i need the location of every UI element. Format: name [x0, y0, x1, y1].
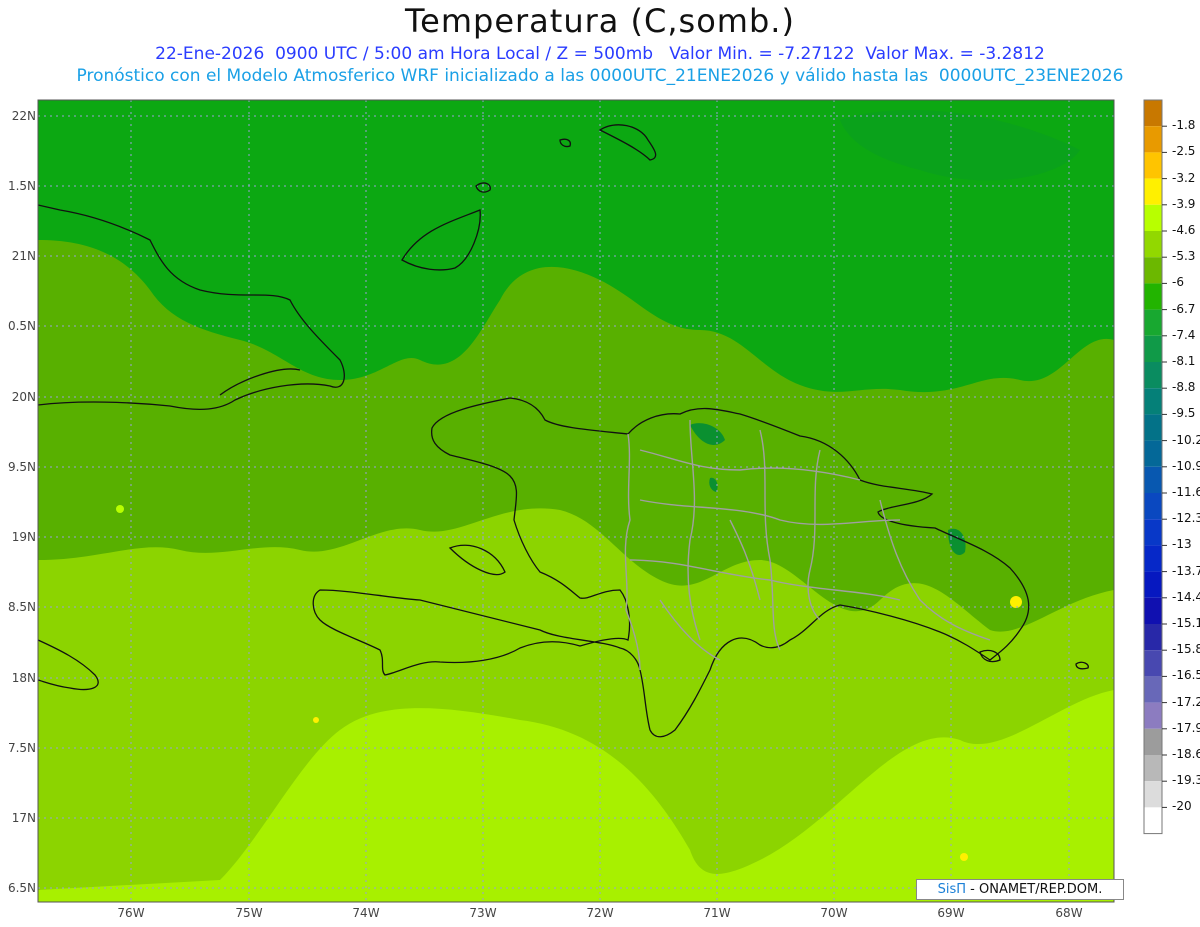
colorbar-label: -13.7: [1172, 563, 1200, 578]
colorbar-label: -5.3: [1172, 249, 1196, 264]
colorbar-label: -6.7: [1172, 301, 1196, 316]
colorbar-swatch: [1144, 781, 1162, 808]
lat-label-21n: 21N: [11, 249, 36, 263]
colorbar-swatch: [1144, 335, 1162, 362]
colorbar-swatch: [1144, 440, 1162, 467]
colorbar-swatch: [1144, 702, 1162, 729]
colorbar-swatch: [1144, 257, 1162, 284]
lon-label-70w: 70W: [820, 906, 848, 920]
lon-label-69w: 69W: [937, 906, 965, 920]
lon-label-68w: 68W: [1055, 906, 1083, 920]
lon-label-73w: 73W: [469, 906, 497, 920]
colorbar-swatch: [1144, 178, 1162, 205]
colorbar-label: -13: [1172, 537, 1192, 552]
lon-label-71w: 71W: [703, 906, 731, 920]
colorbar-label: -14.4: [1172, 589, 1200, 604]
colorbar-swatch: [1144, 571, 1162, 598]
colorbar-label: -20: [1172, 799, 1192, 814]
colorbar-label: -19.3: [1172, 773, 1200, 788]
colorbar-swatch: [1144, 676, 1162, 703]
credit-text: - ONAMET/REP.DOM.: [966, 882, 1103, 897]
colorbar-label: -10.2: [1172, 432, 1200, 447]
lat-label-18-5n: 8.5N: [7, 600, 36, 614]
colorbar-label: -6: [1172, 275, 1184, 290]
lat-label-19-5n: 9.5N: [7, 460, 36, 474]
colorbar-label: -17.9: [1172, 720, 1200, 735]
lat-label-17n: 17N: [11, 811, 36, 825]
lat-label-20-5n: 0.5N: [7, 319, 36, 333]
colorbar-label: -3.9: [1172, 196, 1196, 211]
lon-label-72w: 72W: [586, 906, 614, 920]
colorbar-swatch: [1144, 152, 1162, 179]
colorbar-swatch: [1144, 466, 1162, 493]
colorbar-swatch: [1144, 624, 1162, 651]
colorbar-swatch: [1144, 650, 1162, 677]
colorbar-swatch: [1144, 388, 1162, 415]
lat-label-19n: 19N: [11, 530, 36, 544]
colorbar-swatch: [1144, 100, 1162, 127]
colorbar-swatch: [1144, 414, 1162, 441]
colorbar-label: -18.6: [1172, 747, 1200, 761]
colorbar-swatch: [1144, 493, 1162, 520]
lat-label-21-5n: 1.5N: [7, 179, 36, 193]
colorbar: [1143, 99, 1167, 835]
colorbar-swatch: [1144, 728, 1162, 755]
colorbar-swatch: [1144, 231, 1162, 258]
colorbar-label: -8.1: [1172, 354, 1196, 368]
colorbar-swatch: [1144, 597, 1162, 624]
colorbar-swatch: [1144, 755, 1162, 782]
colorbar-label: -3.2: [1172, 170, 1196, 185]
colorbar-label: -15.1: [1172, 616, 1200, 630]
temperature-map: [37, 99, 1167, 903]
colorbar-swatch: [1144, 204, 1162, 231]
colorbar-label: -8.8: [1172, 380, 1196, 395]
lon-label-74w: 74W: [352, 906, 380, 920]
colorbar-swatch: [1144, 126, 1162, 153]
colorbar-label: -15.8: [1172, 642, 1200, 657]
colorbar-label: -9.5: [1172, 406, 1196, 421]
colorbar-label: -1.8: [1172, 118, 1196, 133]
colorbar-label: -17.2: [1172, 694, 1200, 709]
colorbar-label: -2.5: [1172, 144, 1196, 159]
lon-label-75w: 75W: [235, 906, 263, 920]
sispi-logo-text: SisΠ: [937, 882, 967, 897]
lon-label-76w: 76W: [117, 906, 145, 920]
colorbar-swatch: [1144, 283, 1162, 310]
colorbar-label: -10.9: [1172, 458, 1200, 473]
colorbar-label: -16.5: [1172, 668, 1200, 683]
colorbar-label: -7.4: [1172, 327, 1196, 342]
colorbar-swatch: [1144, 519, 1162, 546]
colorbar-swatch: [1144, 309, 1162, 336]
lat-label-20n: 20N: [11, 390, 36, 404]
colorbar-label: -11.6: [1172, 485, 1200, 499]
lat-label-17-5n: 7.5N: [7, 741, 36, 755]
lat-label-18n: 18N: [11, 671, 36, 685]
lat-label-16-5n: 6.5N: [7, 881, 36, 895]
temperature-field: [38, 100, 1114, 902]
colorbar-swatch: [1144, 545, 1162, 572]
lat-label-22n: 22N: [11, 109, 36, 123]
colorbar-swatch: [1144, 362, 1162, 389]
colorbar-label: -12.3: [1172, 511, 1200, 526]
colorbar-swatch: [1144, 807, 1162, 834]
colorbar-label: -4.6: [1172, 223, 1196, 237]
credit-box: SisΠ - ONAMET/REP.DOM.: [916, 879, 1124, 900]
